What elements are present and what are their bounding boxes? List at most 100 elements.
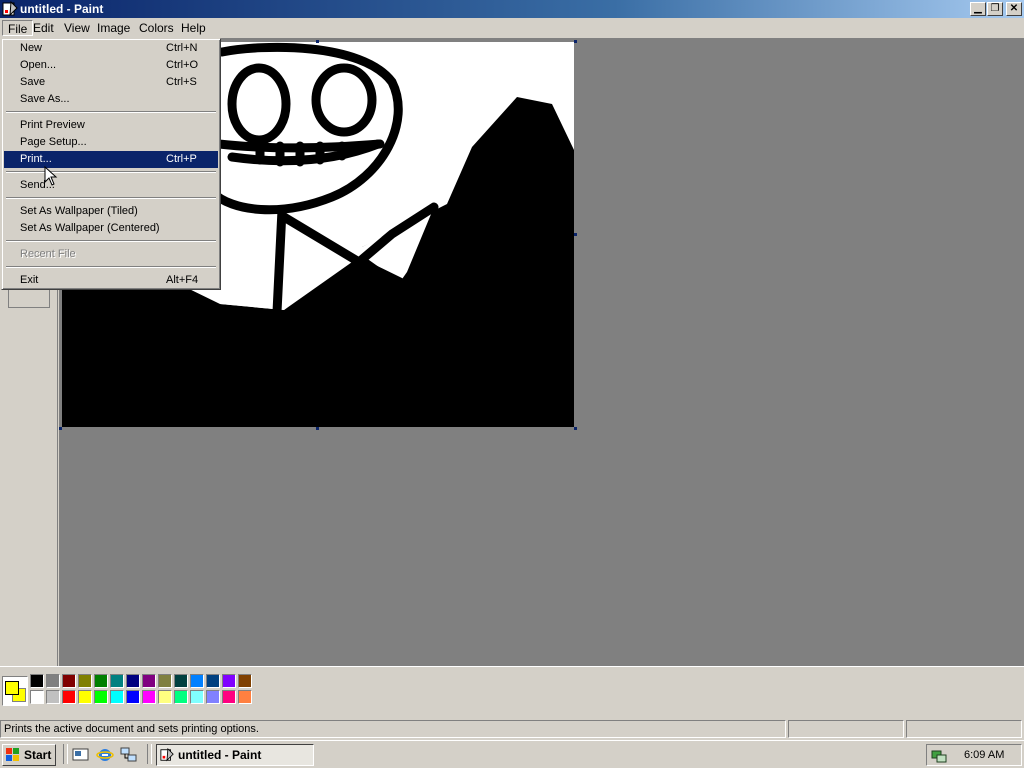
menu-view[interactable]: View <box>59 20 95 36</box>
menu-item-page-setup[interactable]: Page Setup... <box>4 134 218 151</box>
palette-swatch[interactable] <box>94 690 108 704</box>
palette-swatch[interactable] <box>46 674 60 688</box>
menu-separator <box>6 197 216 199</box>
paint-task-icon <box>160 748 174 762</box>
menu-bar: File Edit View Image Colors Help <box>0 18 1024 38</box>
menu-item-label: Set As Wallpaper (Tiled) <box>20 205 138 217</box>
network-icon[interactable] <box>120 747 138 763</box>
menu-separator <box>6 171 216 173</box>
file-menu-dropdown: New Ctrl+N Open... Ctrl+O Save Ctrl+S Sa… <box>1 38 221 290</box>
status-message: Prints the active document and sets prin… <box>0 720 786 738</box>
palette-swatch[interactable] <box>30 674 44 688</box>
menu-item-wallpaper-tiled[interactable]: Set As Wallpaper (Tiled) <box>4 203 218 220</box>
resize-handle-bottom-right[interactable] <box>574 427 577 430</box>
menu-item-print-preview[interactable]: Print Preview <box>4 117 218 134</box>
foreground-color-swatch[interactable] <box>5 681 19 695</box>
clock[interactable]: 6:09 AM <box>964 749 1004 761</box>
palette-swatch[interactable] <box>142 690 156 704</box>
palette-swatch[interactable] <box>190 690 204 704</box>
resize-handle-top[interactable] <box>316 40 319 43</box>
restore-button[interactable]: ❐ <box>987 2 1003 16</box>
menu-item-recent-file: Recent File <box>4 246 218 263</box>
palette-swatch[interactable] <box>126 674 140 688</box>
menu-separator <box>6 240 216 242</box>
palette-swatch[interactable] <box>62 690 76 704</box>
palette-swatch[interactable] <box>174 690 188 704</box>
palette-swatch[interactable] <box>30 690 44 704</box>
palette-swatch[interactable] <box>46 690 60 704</box>
menu-item-shortcut: Ctrl+S <box>166 76 197 88</box>
palette-swatch[interactable] <box>62 674 76 688</box>
menu-item-shortcut: Ctrl+P <box>166 153 197 165</box>
taskbar-divider <box>147 744 152 764</box>
resize-handle-right[interactable] <box>574 233 577 236</box>
menu-item-shortcut: Ctrl+O <box>166 59 199 71</box>
palette-swatch[interactable] <box>238 690 252 704</box>
show-desktop-icon[interactable] <box>72 747 90 763</box>
palette-swatch[interactable] <box>158 690 172 704</box>
menu-separator <box>6 111 216 113</box>
palette-swatch[interactable] <box>94 674 108 688</box>
palette-swatch[interactable] <box>222 690 236 704</box>
palette-swatch[interactable] <box>190 674 204 688</box>
palette-swatch[interactable] <box>142 674 156 688</box>
menu-item-shortcut: Alt+F4 <box>166 274 199 286</box>
taskbar <box>0 740 1024 768</box>
status-size <box>906 720 1022 738</box>
palette-swatch[interactable] <box>110 690 124 704</box>
menu-item-print[interactable]: Print... Ctrl+P <box>4 151 218 168</box>
palette-swatch[interactable] <box>174 674 188 688</box>
menu-item-open[interactable]: Open... Ctrl+O <box>4 57 218 74</box>
palette-swatch[interactable] <box>78 690 92 704</box>
tray-network-icon[interactable] <box>931 747 947 763</box>
close-icon: ✕ <box>1009 3 1019 14</box>
palette-swatch[interactable] <box>222 674 236 688</box>
menu-item-label: Open... <box>20 59 57 71</box>
windows-logo-icon <box>6 748 19 761</box>
menu-item-wallpaper-centered[interactable]: Set As Wallpaper (Centered) <box>4 220 218 237</box>
palette-swatch[interactable] <box>110 674 124 688</box>
menu-item-label: Set As Wallpaper (Centered) <box>20 222 160 234</box>
palette-swatch[interactable] <box>238 674 252 688</box>
minimize-button[interactable]: ▁ <box>970 2 986 16</box>
status-bar: Prints the active document and sets prin… <box>0 718 1024 740</box>
palette-swatch[interactable] <box>206 690 220 704</box>
resize-handle-top-right[interactable] <box>574 40 577 43</box>
menu-help[interactable]: Help <box>176 20 211 36</box>
menu-item-label: New <box>20 42 43 54</box>
menu-edit[interactable]: Edit <box>28 20 59 36</box>
palette-swatch[interactable] <box>78 674 92 688</box>
menu-item-save[interactable]: Save Ctrl+S <box>4 74 218 91</box>
menu-item-save-as[interactable]: Save As... <box>4 91 218 108</box>
taskbar-button-paint[interactable]: untitled - Paint <box>156 744 314 766</box>
start-button[interactable]: Start <box>2 744 56 766</box>
menu-item-label: Save <box>20 76 46 88</box>
menu-item-send[interactable]: Send... <box>4 177 218 194</box>
menu-item-label: Save As... <box>20 93 70 105</box>
menu-item-label: Exit <box>20 274 39 286</box>
menu-colors[interactable]: Colors <box>134 20 179 36</box>
taskbar-button-label: untitled - Paint <box>178 748 262 762</box>
palette-swatch[interactable] <box>158 674 172 688</box>
title-bar[interactable]: untitled - Paint ▁ ❐ ✕ <box>0 0 1024 18</box>
mouse-cursor-icon <box>44 166 58 186</box>
palette-swatch[interactable] <box>126 690 140 704</box>
internet-explorer-icon[interactable] <box>96 747 114 763</box>
menu-item-exit[interactable]: Exit Alt+F4 <box>4 272 218 289</box>
menu-item-shortcut: Ctrl+N <box>166 42 198 54</box>
menu-item-new[interactable]: New Ctrl+N <box>4 40 218 57</box>
resize-handle-bottom[interactable] <box>316 427 319 430</box>
taskbar-divider <box>63 744 68 764</box>
start-label: Start <box>24 748 52 762</box>
menu-image[interactable]: Image <box>92 20 135 36</box>
paint-app-icon[interactable] <box>2 1 18 17</box>
restore-icon: ❐ <box>990 3 1000 14</box>
resize-handle-bottom-left[interactable] <box>59 427 62 430</box>
window-title: untitled - Paint <box>20 2 104 16</box>
minimize-icon: ▁ <box>974 3 982 14</box>
palette-swatch[interactable] <box>206 674 220 688</box>
status-coordinates <box>788 720 904 738</box>
close-button[interactable]: ✕ <box>1006 2 1022 16</box>
menu-item-label: Page Setup... <box>20 136 87 148</box>
system-tray: 6:09 AM <box>926 744 1022 766</box>
